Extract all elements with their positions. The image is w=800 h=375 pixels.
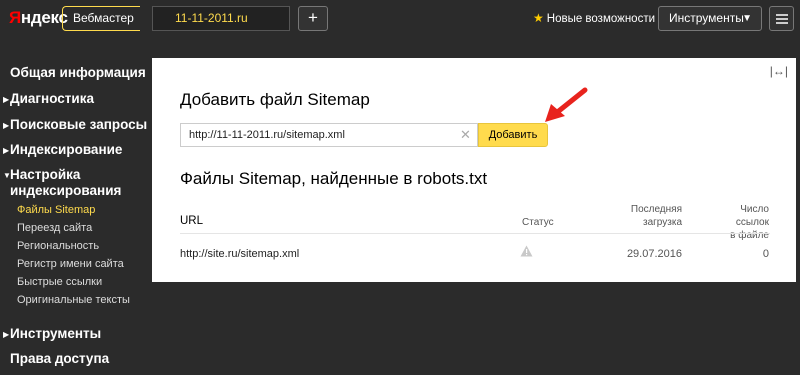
expand-width-icon[interactable]: |↔| xyxy=(770,64,788,78)
hamburger-icon xyxy=(776,14,788,16)
expand-arrow-icon: ▶ xyxy=(3,121,10,130)
chevron-down-icon: ▼ xyxy=(742,13,752,24)
annotation-arrow-icon xyxy=(545,87,588,122)
sitemap-url-cell[interactable]: http://site.ru/sitemap.xml xyxy=(180,248,299,260)
sidebar-item-general[interactable]: Общая информация xyxy=(0,65,146,80)
news-label: Новые возможности xyxy=(546,13,656,25)
warning-icon xyxy=(520,245,533,260)
tools-label: Инструменты xyxy=(669,11,744,25)
site-select[interactable]: 11-11-2011.ru xyxy=(152,6,290,31)
links-count-cell: 0 xyxy=(762,248,769,260)
yandex-logo[interactable]: Яндекс xyxy=(9,8,68,28)
expand-arrow-icon: ▶ xyxy=(3,95,10,104)
menu-button[interactable] xyxy=(769,6,794,31)
expand-arrow-icon: ▶ xyxy=(3,146,10,155)
column-header-last-load: Последняя загрузка xyxy=(630,204,682,228)
sitemap-url-input[interactable] xyxy=(180,123,478,147)
sidebar-item-search-queries[interactable]: ▶ Поисковые запросы xyxy=(0,117,147,132)
column-header-links-count: Число ссылок в файле xyxy=(730,204,769,241)
sidebar-subitem-site-name-case[interactable]: Регистр имени сайта xyxy=(17,258,124,270)
column-header-status: Статус xyxy=(522,217,554,228)
star-icon: ★ xyxy=(533,11,544,25)
top-header: Яндекс Вебмастер 11-11-2011.ru + ★ Новые … xyxy=(0,0,800,38)
column-header-url: URL xyxy=(180,215,204,227)
last-load-cell: 29.07.2016 xyxy=(626,248,682,260)
table-divider xyxy=(180,233,770,234)
sidebar-item-diagnostics[interactable]: ▶ Диагностика xyxy=(0,91,94,106)
collapse-arrow-icon: ▼ xyxy=(3,171,11,180)
sidebar-subitem-original-texts[interactable]: Оригинальные тексты xyxy=(17,294,130,306)
sidebar-subitem-quick-links[interactable]: Быстрые ссылки xyxy=(17,276,102,288)
service-name-button[interactable]: Вебмастер xyxy=(62,6,140,31)
sidebar-item-tools[interactable]: ▶ Инструменты xyxy=(0,326,101,341)
add-sitemap-button[interactable]: Добавить xyxy=(478,123,548,147)
sidebar-subitem-sitemap[interactable]: Файлы Sitemap xyxy=(17,204,95,216)
sidebar-subitem-site-move[interactable]: Переезд сайта xyxy=(17,222,92,234)
add-site-button[interactable]: + xyxy=(298,6,328,31)
found-sitemaps-title: Файлы Sitemap, найденные в robots.txt xyxy=(180,169,488,188)
sidebar-subitem-regionality[interactable]: Региональность xyxy=(17,240,99,252)
clear-icon[interactable]: ✕ xyxy=(460,127,471,143)
sidebar-item-access-rights[interactable]: Права доступа xyxy=(0,351,109,366)
sidebar-item-indexing[interactable]: ▶ Индексирование xyxy=(0,142,122,157)
news-link[interactable]: ★ Новые возможности xyxy=(533,11,655,25)
tools-dropdown[interactable]: Инструменты ▼ xyxy=(658,6,762,31)
page-title: Добавить файл Sitemap xyxy=(180,90,370,109)
expand-arrow-icon: ▶ xyxy=(3,330,10,339)
sidebar-item-index-settings[interactable]: ▼ Настройка индексирования xyxy=(0,167,140,199)
main-panel: |↔| Добавить файл Sitemap ✕ Добавить Фай… xyxy=(152,58,796,282)
